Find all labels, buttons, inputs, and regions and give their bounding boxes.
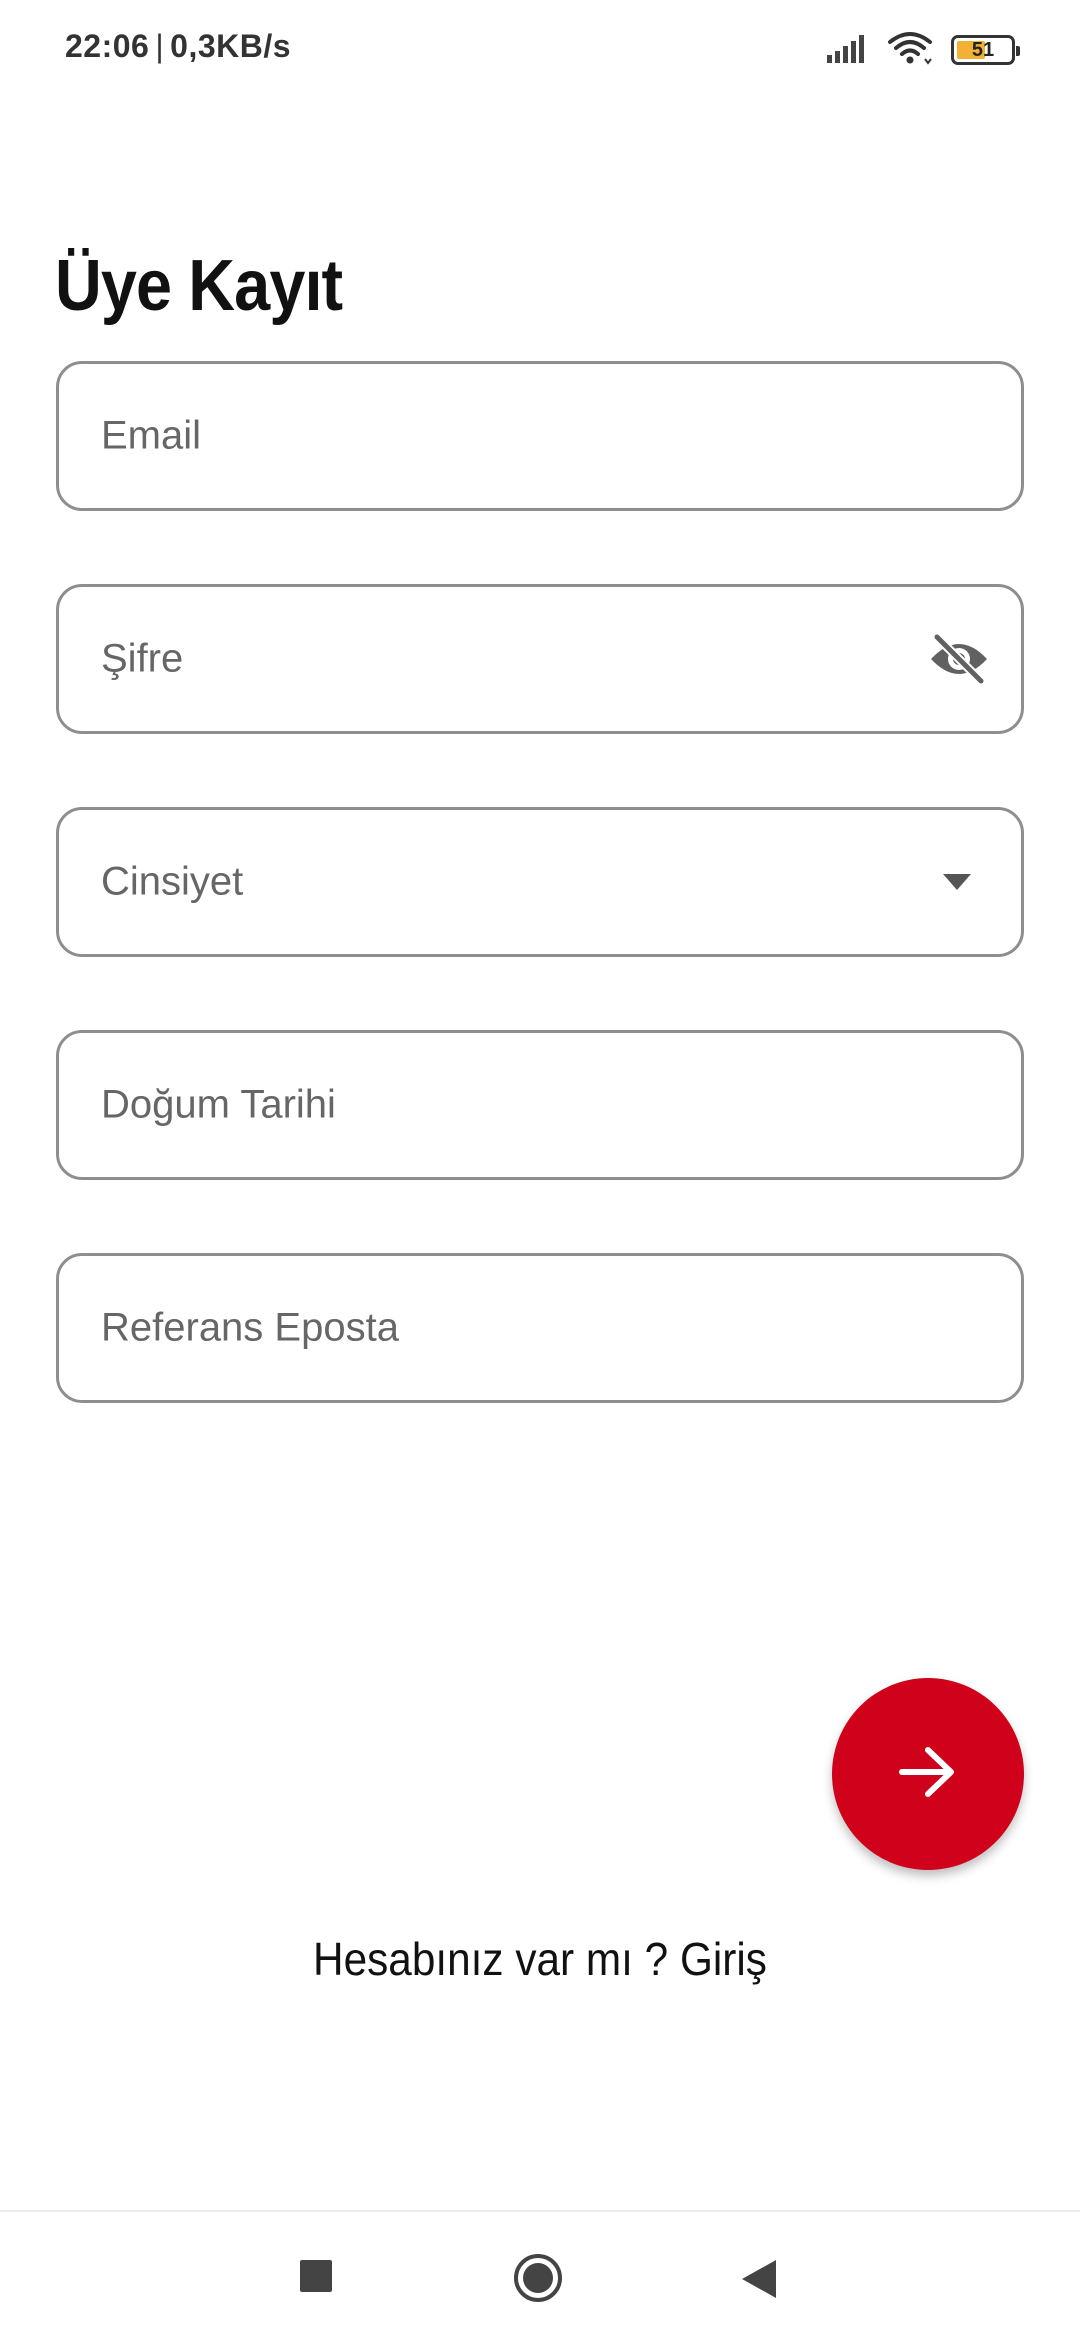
referral-email-field[interactable]: Referans Eposta bbox=[56, 1253, 1024, 1403]
caret-down-icon bbox=[943, 874, 971, 890]
status-left: 22:06 | 0,3KB/s bbox=[65, 28, 291, 65]
battery-level: 51 bbox=[971, 39, 995, 61]
birth-date-field[interactable]: Doğum Tarihi bbox=[56, 1030, 1024, 1180]
status-time: 22:06 bbox=[65, 28, 150, 64]
arrow-right-icon bbox=[896, 1742, 960, 1807]
status-network-speed: 0,3KB/s bbox=[170, 28, 292, 64]
status-separator: | bbox=[155, 28, 165, 64]
page-title: Üye Kayıt bbox=[55, 246, 343, 326]
birth-date-field-label: Doğum Tarihi bbox=[101, 1082, 336, 1127]
gender-dropdown[interactable]: Cinsiyet bbox=[56, 807, 1024, 957]
wifi-icon bbox=[887, 31, 933, 70]
email-field-label: Email bbox=[101, 413, 202, 458]
gender-dropdown-label: Cinsiyet bbox=[101, 859, 244, 904]
password-field-label: Şifre bbox=[101, 636, 184, 681]
battery-nub bbox=[1016, 46, 1020, 56]
home-icon[interactable] bbox=[512, 2252, 564, 2304]
back-icon[interactable] bbox=[742, 2260, 776, 2298]
email-field[interactable]: Email bbox=[56, 361, 1024, 511]
login-link[interactable]: Hesabınız var mı ? Giriş bbox=[43, 1932, 1037, 1986]
referral-email-field-label: Referans Eposta bbox=[101, 1305, 399, 1350]
submit-button[interactable] bbox=[832, 1678, 1024, 1870]
battery-icon: 51 bbox=[951, 35, 1020, 65]
recent-apps-icon[interactable] bbox=[300, 2260, 332, 2292]
eye-off-icon[interactable] bbox=[927, 631, 991, 687]
status-bar: 22:06 | 0,3KB/s 51 bbox=[0, 0, 1080, 100]
status-icons: 51 bbox=[827, 30, 1020, 70]
password-field[interactable]: Şifre bbox=[56, 584, 1024, 734]
signal-icon bbox=[827, 33, 869, 68]
navigation-bar bbox=[0, 2210, 1080, 2340]
